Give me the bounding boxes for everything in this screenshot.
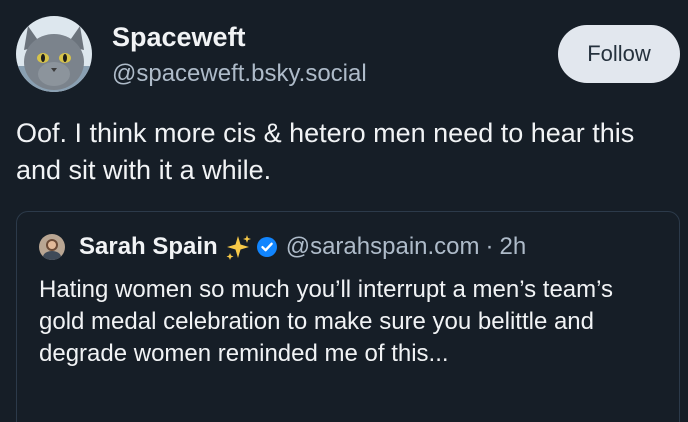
author-handle[interactable]: @spaceweft.bsky.social (112, 60, 367, 88)
post-text: Oof. I think more cis & hetero men need … (16, 118, 635, 185)
sarah-avatar-icon (39, 234, 65, 260)
quoted-post-card[interactable]: Sarah Spain @sarahspain.com · 2h Hating … (16, 211, 680, 422)
sparkles-icon (224, 233, 252, 261)
quote-author-name[interactable]: Sarah Spain (79, 232, 218, 262)
cat-avatar-icon (16, 16, 92, 92)
quote-author-handle[interactable]: @sarahspain.com (286, 232, 480, 262)
follow-button[interactable]: Follow (558, 25, 680, 83)
author-name[interactable]: Spaceweft (112, 22, 246, 53)
post-card: Spaceweft @spaceweft.bsky.social Follow … (0, 0, 688, 422)
author-avatar[interactable] (16, 16, 92, 92)
quote-header: Sarah Spain @sarahspain.com · 2h (79, 232, 526, 262)
quote-timestamp[interactable]: 2h (500, 232, 527, 262)
verified-badge-icon (256, 236, 278, 258)
separator-dot: · (485, 233, 494, 260)
quote-text: Hating women so much you’ll interrupt a … (39, 276, 614, 367)
quote-author-avatar[interactable] (39, 234, 65, 260)
